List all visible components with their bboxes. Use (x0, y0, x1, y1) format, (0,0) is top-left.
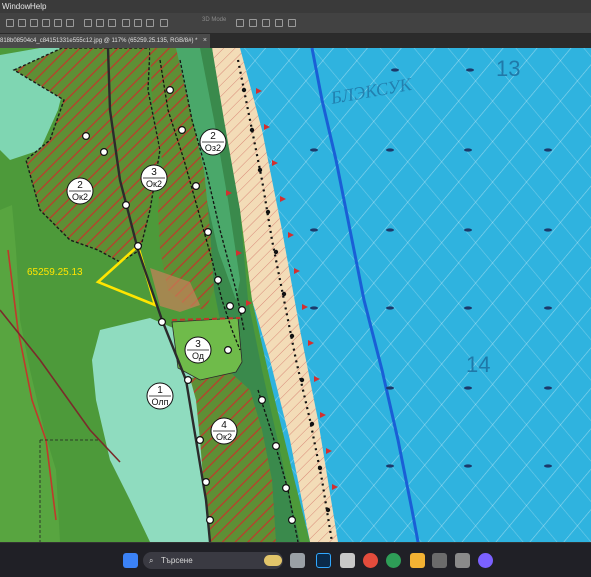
zone-label-6-top: 4 (221, 420, 227, 431)
zone-label-5: 1 Олп (146, 382, 174, 410)
taskbar-search[interactable]: ⌕ Търсене (143, 552, 283, 569)
sea-number-14: 14 (466, 352, 490, 377)
align-middle-icon[interactable] (54, 19, 62, 27)
rotate-3d-icon[interactable] (236, 19, 244, 27)
zone-label-5-top: 1 (157, 385, 163, 396)
align-left-icon[interactable] (6, 19, 14, 27)
distribute-left-icon[interactable] (122, 19, 130, 27)
taskbar: ⌕ Търсене (0, 542, 591, 577)
zone-label-1-top: 2 (77, 180, 83, 191)
zone-label-4: 3 Од (184, 336, 212, 364)
search-placeholder: Търсене (161, 556, 193, 565)
zone-label-6-bottom: Ок2 (216, 432, 232, 442)
start-icon[interactable] (123, 553, 138, 568)
image-canvas[interactable]: 13 14 БЛЭКСУК 65259.25.13 2 Ок2 3 Ок2 2 … (0, 48, 591, 542)
zone-label-4-top: 3 (195, 339, 201, 350)
zone-label-1-bottom: Ок2 (72, 192, 88, 202)
mode-3d-label: 3D Mode (202, 17, 227, 23)
menu-bar: Window Help (0, 0, 591, 13)
zone-label-4-bottom: Од (192, 351, 205, 361)
zone-label-2-bottom: Ок2 (146, 179, 162, 189)
document-tab-title: 818b08504c4_c84151331e555c12.jpg @ 117% … (0, 38, 198, 44)
zone-label-2: 3 Ок2 (140, 164, 168, 192)
viber-icon[interactable] (478, 553, 493, 568)
document-tab[interactable]: 818b08504c4_c84151331e555c12.jpg @ 117% … (0, 34, 210, 48)
roll-3d-icon[interactable] (249, 19, 257, 27)
calculator-icon[interactable] (340, 553, 355, 568)
align-center-icon[interactable] (18, 19, 26, 27)
zone-label-3-bottom: Оз2 (205, 143, 221, 153)
mail-icon[interactable] (432, 553, 447, 568)
chrome-icon[interactable] (363, 553, 378, 568)
close-tab-button[interactable]: × (203, 34, 207, 48)
zone-label-2-top: 3 (151, 167, 157, 178)
distribute-right-icon[interactable] (146, 19, 154, 27)
app-icon[interactable] (455, 553, 470, 568)
zone-label-6: 4 Ок2 (210, 417, 238, 445)
align-bottom-icon[interactable] (66, 19, 74, 27)
options-bar: 3D Mode (0, 13, 591, 34)
auto-align-icon[interactable] (160, 19, 168, 27)
distribute-bottom-icon[interactable] (108, 19, 116, 27)
document-tab-bar: 818b08504c4_c84151331e555c12.jpg @ 117% … (0, 34, 591, 48)
sea-number-13: 13 (496, 56, 520, 81)
photoshop-icon[interactable] (316, 553, 331, 568)
zone-label-1: 2 Ок2 (66, 177, 94, 205)
cadastral-map: 13 14 БЛЭКСУК 65259.25.13 2 Ок2 3 Ок2 2 … (0, 48, 591, 542)
slide-3d-icon[interactable] (275, 19, 283, 27)
maps-icon[interactable] (386, 553, 401, 568)
task-view-icon[interactable] (290, 553, 305, 568)
distribute-middle-icon[interactable] (96, 19, 104, 27)
align-top-icon[interactable] (42, 19, 50, 27)
parcel-number-label: 65259.25.13 (27, 267, 83, 278)
zone-label-3-top: 2 (210, 131, 216, 142)
distribute-top-icon[interactable] (84, 19, 92, 27)
drag-3d-icon[interactable] (262, 19, 270, 27)
align-right-icon[interactable] (30, 19, 38, 27)
file-explorer-icon[interactable] (410, 553, 425, 568)
weather-icon[interactable] (264, 555, 282, 566)
distribute-center-icon[interactable] (134, 19, 142, 27)
zone-label-5-bottom: Олп (151, 397, 168, 407)
search-icon: ⌕ (149, 556, 154, 565)
scale-3d-icon[interactable] (288, 19, 296, 27)
zone-label-3: 2 Оз2 (199, 128, 227, 156)
menu-help[interactable]: Help (28, 0, 48, 13)
